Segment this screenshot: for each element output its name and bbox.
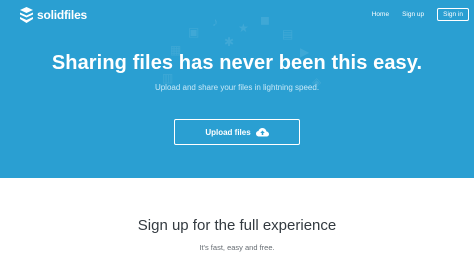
nav-home-link[interactable]: Home	[372, 11, 389, 18]
hero-subtitle: Upload and share your files in lightning…	[154, 83, 320, 92]
folder-icon: ▤	[282, 27, 294, 41]
top-nav: Home Sign up Sign in	[372, 8, 469, 21]
star-icon: ★	[238, 21, 249, 35]
music-icon: ♪	[212, 15, 218, 29]
hero-section: ▣ ♪ ★ ◼ ▤ ▦ ▶ ✱ ◈ ▥ solidfiles Home Sign…	[0, 0, 474, 178]
upload-files-label: Upload files	[205, 127, 251, 137]
cloud-upload-icon	[255, 127, 269, 136]
nav-signin-button[interactable]: Sign in	[437, 8, 469, 21]
image-icon: ◼	[260, 13, 270, 27]
gear-icon: ✱	[224, 35, 235, 49]
nav-signup-link[interactable]: Sign up	[402, 11, 424, 18]
signup-section-subtitle: It's fast, easy and free.	[199, 243, 275, 252]
solidfiles-logo-icon	[20, 7, 33, 23]
signup-section-title: Sign up for the full experience	[137, 217, 337, 234]
logo-text: solidfiles	[37, 8, 88, 22]
logo[interactable]: solidfiles	[20, 6, 87, 24]
hero-title: Sharing files has never been this easy.	[51, 52, 423, 74]
upload-files-button[interactable]: Upload files	[174, 119, 300, 145]
file-icon: ▣	[188, 25, 200, 39]
